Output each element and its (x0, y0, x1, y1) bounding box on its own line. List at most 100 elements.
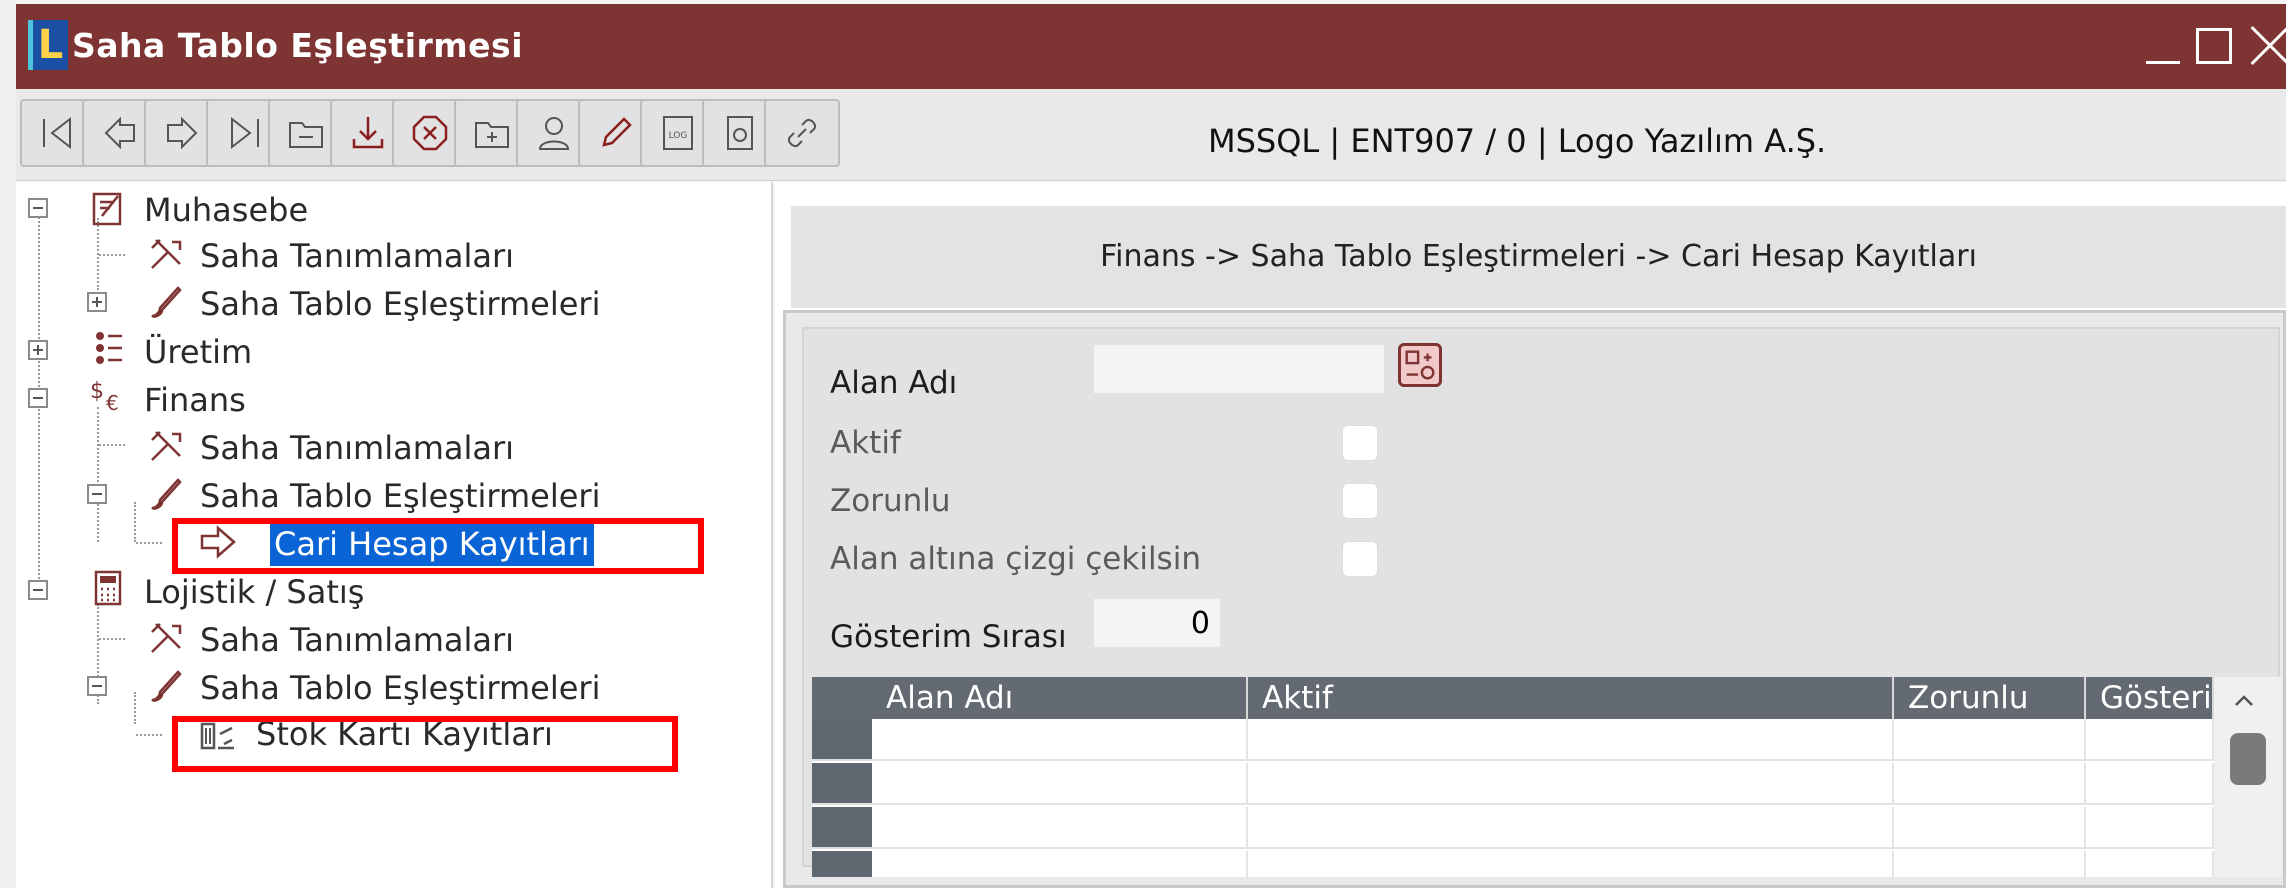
row-indicator[interactable] (812, 851, 872, 877)
new-folder-icon (475, 122, 509, 148)
brush-icon (151, 670, 182, 702)
table-row[interactable] (812, 763, 2214, 805)
finans-collapse-toggle[interactable] (28, 388, 48, 408)
table-cell[interactable] (872, 851, 1248, 877)
folder-icon (289, 122, 323, 148)
table-cell[interactable] (872, 763, 1248, 805)
last-record-icon (231, 116, 259, 150)
aktif-label: Aktif (830, 425, 901, 461)
column-header-gosterim[interactable]: Gösterim (2086, 677, 2214, 719)
table-cell[interactable] (2086, 719, 2214, 761)
alan-adi-input[interactable] (1094, 345, 1384, 393)
table-cell[interactable] (1248, 763, 1894, 805)
tree-label: Saha Tablo Eşleştirmeleri (200, 285, 601, 323)
tools-icon (151, 239, 182, 269)
table-cell[interactable] (1248, 807, 1894, 849)
table-cell[interactable] (872, 719, 1248, 761)
table-cell[interactable] (2086, 763, 2214, 805)
tree-label: Saha Tablo Eşleştirmeleri (200, 669, 601, 707)
lojistik-collapse-toggle[interactable] (28, 580, 48, 600)
zorunlu-checkbox[interactable] (1342, 483, 1378, 519)
cizgi-checkbox[interactable] (1342, 541, 1378, 577)
edit-pencil-icon (602, 117, 632, 147)
app-window: L Saha Tablo Eşleştirmesi LOG MSSQL | EN… (16, 0, 2286, 888)
table-cell[interactable] (1894, 719, 2086, 761)
uretim-expand-toggle[interactable] (28, 340, 48, 360)
production-icon (96, 332, 122, 364)
brush-icon (151, 478, 182, 510)
grid-header: Alan Adı Aktif Zorunlu Gösterim (812, 677, 2282, 719)
tree-label: Muhasebe (144, 191, 309, 229)
window-title: Saha Tablo Eşleştirmesi (72, 26, 524, 65)
table-cell[interactable] (1248, 851, 1894, 877)
tree-label: Saha Tanımlamaları (200, 621, 515, 659)
muhasebe-saha-tablo-expand-toggle[interactable] (87, 292, 107, 312)
close-button[interactable] (2248, 24, 2286, 66)
column-header-alan-adi[interactable]: Alan Adı (872, 677, 1248, 719)
detail-panel: Finans -> Saha Tablo Eşleştirmeleri -> C… (775, 182, 2286, 888)
tree-label: Üretim (144, 333, 253, 371)
breadcrumb: Finans -> Saha Tablo Eşleştirmeleri -> C… (791, 206, 2286, 308)
svg-text:$: $ (90, 379, 104, 404)
form-area: Alan Adı Aktif Zorunlu Alan altına çizgi… (802, 327, 2282, 877)
connection-info: MSSQL | ENT907 / 0 | Logo Yazılım A.Ş. (1208, 122, 1827, 160)
field-picker-button[interactable] (1398, 343, 1442, 387)
row-indicator[interactable] (812, 719, 872, 761)
log-icon: LOG (663, 116, 693, 150)
logo-icon: L (28, 20, 68, 70)
save-download-icon (352, 117, 384, 149)
minimize-button[interactable] (2142, 24, 2184, 66)
highlight-box (172, 518, 704, 574)
table-cell[interactable] (2086, 807, 2214, 849)
scroll-thumb[interactable] (2230, 733, 2266, 785)
chevron-up-icon[interactable] (2232, 689, 2256, 713)
zorunlu-label: Zorunlu (830, 483, 951, 519)
column-header-aktif[interactable]: Aktif (1248, 677, 1894, 719)
gosterim-sirasi-input[interactable] (1094, 599, 1220, 647)
brush-icon (151, 286, 182, 318)
calculator-icon (94, 570, 122, 606)
data-grid: Alan Adı Aktif Zorunlu Gösterim (812, 677, 2282, 877)
finans-saha-tablo-collapse-toggle[interactable] (87, 484, 107, 504)
aktif-checkbox[interactable] (1342, 425, 1378, 461)
tree-label: Saha Tablo Eşleştirmeleri (200, 477, 601, 515)
row-indicator[interactable] (812, 807, 872, 849)
first-record-icon (43, 116, 71, 150)
accounting-icon (92, 192, 122, 226)
user-icon (538, 117, 570, 150)
next-record-icon (167, 116, 198, 150)
table-row[interactable] (812, 851, 2214, 877)
row-indicator[interactable] (812, 763, 872, 805)
gosterim-sirasi-label: Gösterim Sırası (830, 619, 1067, 655)
navigation-tree: Muhasebe Saha Tanımlamaları Saha Tablo E… (16, 182, 773, 888)
table-cell[interactable] (872, 807, 1248, 849)
table-cell[interactable] (1248, 719, 1894, 761)
lojistik-saha-tablo-collapse-toggle[interactable] (87, 676, 107, 696)
table-cell[interactable] (2086, 851, 2214, 877)
vertical-scrollbar[interactable] (2214, 677, 2282, 877)
column-header-zorunlu[interactable]: Zorunlu (1894, 677, 2086, 719)
table-cell[interactable] (1894, 851, 2086, 877)
table-cell[interactable] (1894, 763, 2086, 805)
table-row[interactable] (812, 807, 2214, 849)
tree-label: Lojistik / Satış (144, 573, 365, 611)
finance-currency-icon: $ € (90, 379, 119, 414)
link-button[interactable] (764, 99, 840, 167)
tree-label: Saha Tanımlamaları (200, 237, 515, 275)
form-frame: Alan Adı Aktif Zorunlu Alan altına çizgi… (783, 310, 2286, 888)
maximize-button[interactable] (2196, 28, 2232, 64)
highlight-box (172, 716, 678, 772)
tree-label: Saha Tanımlamaları (200, 429, 515, 467)
alan-adi-label: Alan Adı (830, 365, 958, 401)
muhasebe-collapse-toggle[interactable] (28, 198, 48, 218)
link-icon (788, 119, 816, 147)
picker-icon (1405, 350, 1435, 380)
tree-label: Finans (144, 381, 246, 419)
document-icon (727, 116, 753, 150)
toolbar: LOG (16, 89, 2286, 181)
table-row[interactable] (812, 719, 2214, 761)
table-cell[interactable] (1894, 807, 2086, 849)
previous-record-icon (104, 116, 135, 150)
cizgi-label: Alan altına çizgi çekilsin (830, 541, 1201, 577)
title-bar: L Saha Tablo Eşleştirmesi (16, 4, 2286, 89)
